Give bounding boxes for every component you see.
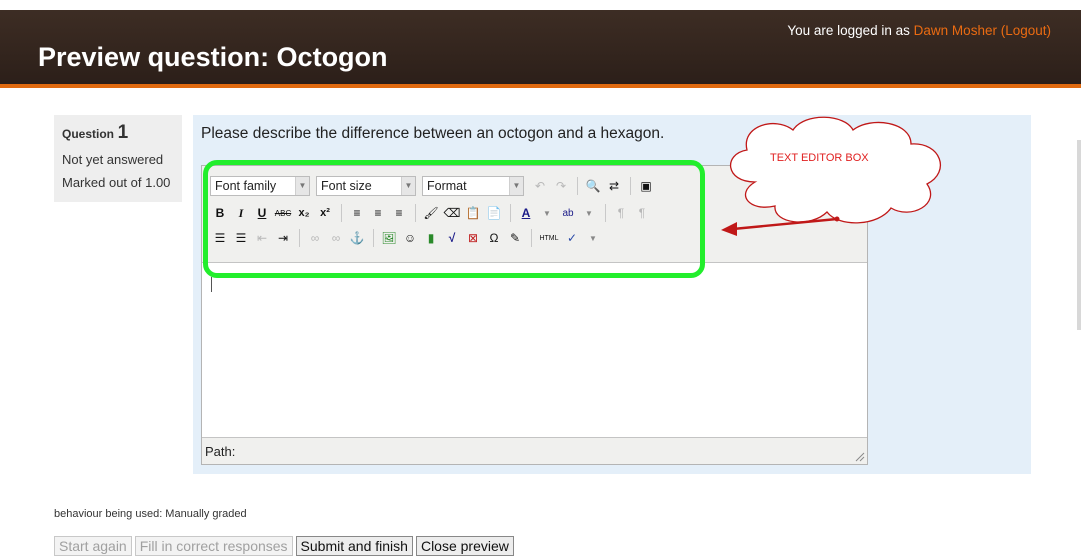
- toolbar-separator: [373, 229, 374, 247]
- format-select[interactable]: Format ▼: [422, 176, 524, 196]
- html-button[interactable]: HTML: [537, 228, 561, 248]
- chevron-down-icon: ▼: [509, 177, 523, 195]
- logout-close: ): [1046, 23, 1052, 38]
- question-state: Not yet answered: [62, 152, 164, 167]
- toolbar-row-3: ☰ ☰ ⇤ ⇥ ∞ ∞ ⚓ 🖼 ☺ ▮ √ ⊠ Ω ✎ HTML ✓ ▼: [210, 227, 604, 249]
- question-label: Question: [62, 127, 115, 141]
- login-prefix: You are logged in as: [787, 23, 914, 38]
- equation-icon[interactable]: √: [442, 228, 462, 248]
- submit-finish-button[interactable]: Submit and finish: [295, 536, 413, 556]
- link-icon[interactable]: ∞: [305, 228, 325, 248]
- font-family-select[interactable]: Font family ▼: [210, 176, 310, 196]
- user-name-link[interactable]: Dawn Mosher: [914, 23, 997, 38]
- find-icon[interactable]: 🔍: [583, 176, 603, 196]
- page-title: Preview question: Octogon: [38, 42, 388, 72]
- question-number: 1: [117, 122, 129, 143]
- toolbar-separator: [415, 204, 416, 222]
- toolbar-separator: [605, 204, 606, 222]
- toolbar-separator: [577, 177, 578, 195]
- subscript-button[interactable]: x₂: [294, 203, 314, 223]
- bold-button[interactable]: B: [210, 203, 230, 223]
- eraser-icon[interactable]: ⌫: [442, 203, 462, 223]
- page-header: Preview question: Octogon You are logged…: [0, 10, 1081, 88]
- callout-label: TEXT EDITOR BOX: [770, 152, 869, 164]
- indent-icon[interactable]: ⇥: [273, 228, 293, 248]
- chevron-down-icon[interactable]: ▼: [583, 228, 603, 248]
- outdent-icon[interactable]: ⇤: [252, 228, 272, 248]
- toolbar-separator: [299, 229, 300, 247]
- spell-icon[interactable]: ✓: [562, 228, 582, 248]
- toolbar-row-1: Font family ▼ Font size ▼ Format ▼ ↶ ↷ 🔍…: [210, 175, 657, 197]
- brush-icon[interactable]: 🖌: [421, 203, 441, 223]
- toolbar-separator: [531, 229, 532, 247]
- numbered-list-icon[interactable]: ☰: [231, 228, 251, 248]
- special-char-icon[interactable]: Ω: [484, 228, 504, 248]
- highlight-color-icon[interactable]: ab: [558, 203, 578, 223]
- underline-button[interactable]: U: [252, 203, 272, 223]
- spellcheck-icon[interactable]: ✎: [505, 228, 525, 248]
- unlink-icon[interactable]: ∞: [326, 228, 346, 248]
- logout-open: (: [996, 23, 1006, 38]
- bullet-list-icon[interactable]: ☰: [210, 228, 230, 248]
- start-again-button[interactable]: Start again: [54, 536, 132, 556]
- font-family-label: Font family: [215, 179, 277, 193]
- fill-correct-button[interactable]: Fill in correct responses: [134, 536, 293, 556]
- text-color-icon[interactable]: A: [516, 203, 536, 223]
- align-left-icon[interactable]: ≡: [347, 203, 367, 223]
- paste-text-icon[interactable]: 📋: [463, 203, 483, 223]
- align-right-icon[interactable]: ≡: [389, 203, 409, 223]
- paste-word-icon[interactable]: 📄: [484, 203, 504, 223]
- redo-icon[interactable]: ↷: [551, 176, 571, 196]
- font-size-label: Font size: [321, 179, 372, 193]
- chevron-down-icon: ▼: [401, 177, 415, 195]
- resize-handle-icon[interactable]: [855, 452, 865, 462]
- editor-path-label: Path:: [205, 444, 236, 459]
- close-preview-button[interactable]: Close preview: [415, 536, 514, 556]
- chevron-down-icon[interactable]: ▼: [537, 203, 557, 223]
- image-icon[interactable]: 🖼: [379, 228, 399, 248]
- nonbreaking-icon[interactable]: ⊠: [463, 228, 483, 248]
- question-prompt: Please describe the difference between a…: [201, 125, 665, 142]
- toolbar-separator: [510, 204, 511, 222]
- chevron-down-icon[interactable]: ▼: [579, 203, 599, 223]
- toolbar-separator: [341, 204, 342, 222]
- preview-button-row: Start again Fill in correct responses Su…: [54, 536, 514, 556]
- fullscreen-icon[interactable]: ▣: [636, 176, 656, 196]
- question-info-box: Question 1 Not yet answered Marked out o…: [54, 115, 182, 202]
- replace-icon[interactable]: ⇄: [604, 176, 624, 196]
- emoticon-icon[interactable]: ☺: [400, 228, 420, 248]
- behaviour-label: behaviour being used: Manually graded: [54, 508, 247, 520]
- font-size-select[interactable]: Font size ▼: [316, 176, 416, 196]
- editor-text-area[interactable]: [202, 262, 867, 438]
- toolbar-separator: [630, 177, 631, 195]
- italic-button[interactable]: I: [231, 203, 251, 223]
- strikethrough-button[interactable]: ABC: [273, 203, 293, 223]
- media-icon[interactable]: ▮: [421, 228, 441, 248]
- undo-icon[interactable]: ↶: [530, 176, 550, 196]
- toolbar-row-2: B I U ABC x₂ x² ≡ ≡ ≡ 🖌 ⌫ 📋 📄 A ▼ ab ▼ ¶…: [210, 202, 653, 224]
- logout-link[interactable]: Logout: [1005, 23, 1046, 38]
- login-info: You are logged in as Dawn Mosher (Logout…: [787, 23, 1051, 38]
- scrollbar[interactable]: [1077, 140, 1081, 330]
- ltr-icon[interactable]: ¶: [611, 203, 631, 223]
- format-label: Format: [427, 179, 467, 193]
- annotation-arrow-icon: [721, 216, 840, 236]
- chevron-down-icon: ▼: [295, 177, 309, 195]
- rtl-icon[interactable]: ¶: [632, 203, 652, 223]
- question-marks: Marked out of 1.00: [62, 175, 171, 190]
- align-center-icon[interactable]: ≡: [368, 203, 388, 223]
- text-caret: [211, 277, 212, 292]
- anchor-icon[interactable]: ⚓: [347, 228, 367, 248]
- superscript-button[interactable]: x²: [315, 203, 335, 223]
